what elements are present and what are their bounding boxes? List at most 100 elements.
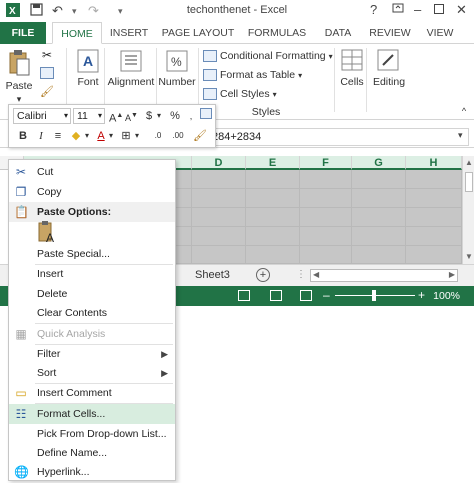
chevron-down-icon[interactable]: ▾ bbox=[133, 128, 141, 144]
paste-option-icon[interactable]: A bbox=[37, 220, 57, 245]
column-header-f[interactable]: F bbox=[300, 156, 352, 170]
number-button[interactable]: Number bbox=[156, 76, 198, 88]
tab-insert[interactable]: INSERT bbox=[104, 22, 154, 44]
menu-item-delete[interactable]: Delete bbox=[9, 284, 175, 304]
alignment-icon[interactable] bbox=[118, 48, 144, 74]
chevron-down-icon[interactable]: ▾ bbox=[107, 128, 115, 144]
tab-view[interactable]: VIEW bbox=[420, 22, 460, 44]
format-cells-icon: ☷ bbox=[15, 407, 27, 421]
format-painter-icon[interactable]: 🖌 bbox=[193, 128, 207, 144]
scroll-right-icon[interactable]: ▶ bbox=[449, 270, 455, 279]
format-painter-icon[interactable]: 🖌 bbox=[40, 84, 54, 98]
tab-home[interactable]: HOME bbox=[52, 22, 102, 44]
menu-item-insert[interactable]: Insert bbox=[9, 264, 175, 284]
bold-button[interactable]: B bbox=[17, 128, 29, 144]
number-icon[interactable]: % bbox=[164, 48, 190, 74]
menu-item-pick-from-dropdown[interactable]: Pick From Drop-down List... bbox=[9, 424, 175, 444]
editing-button[interactable]: Editing bbox=[368, 76, 410, 88]
menu-item-define-name[interactable]: Define Name... bbox=[9, 443, 175, 463]
tab-file[interactable]: FILE bbox=[0, 22, 46, 44]
borders-icon[interactable]: ⊞ bbox=[119, 128, 133, 144]
zoom-out-icon[interactable]: – bbox=[323, 288, 330, 302]
menu-item-paste-special[interactable]: Paste Special... bbox=[9, 244, 175, 264]
horizontal-scrollbar[interactable]: ◀ ▶ bbox=[310, 269, 458, 282]
decrease-font-button[interactable]: A▼ bbox=[125, 108, 138, 126]
add-sheet-icon[interactable]: + bbox=[256, 268, 270, 282]
font-icon[interactable]: A bbox=[76, 48, 100, 74]
column-header-g[interactable]: G bbox=[352, 156, 406, 170]
paste-icon[interactable] bbox=[6, 48, 32, 78]
alignment-button[interactable]: Alignment bbox=[104, 76, 158, 88]
scroll-thumb[interactable] bbox=[465, 172, 473, 192]
paste-button[interactable]: Paste bbox=[4, 80, 34, 92]
comma-style-icon[interactable]: , bbox=[185, 108, 197, 124]
editing-icon[interactable] bbox=[376, 48, 400, 72]
menu-item-quick-analysis: ▦ Quick Analysis bbox=[15, 327, 106, 341]
sheet-tab[interactable]: Sheet3 bbox=[195, 269, 230, 281]
scroll-down-icon[interactable]: ▼ bbox=[465, 252, 473, 261]
align-center-icon[interactable]: ≡ bbox=[51, 128, 65, 144]
mini-toolbar: Calibri ▾ 11 ▾ A▲ A▼ $ ▾ % , B I ≡ ◆ ▾ A… bbox=[8, 104, 216, 148]
zoom-level[interactable]: 100% bbox=[433, 290, 460, 302]
menu-item-filter[interactable]: Filter ▶ bbox=[9, 344, 175, 364]
format-table-icon[interactable] bbox=[199, 108, 213, 124]
scroll-left-icon[interactable]: ◀ bbox=[313, 270, 319, 279]
column-header-h[interactable]: H bbox=[406, 156, 462, 170]
accounting-format-button[interactable]: $ bbox=[143, 108, 155, 124]
copy-icon[interactable] bbox=[40, 66, 54, 80]
ribbon-options-icon[interactable] bbox=[392, 2, 404, 17]
normal-view-icon[interactable] bbox=[238, 290, 250, 301]
cells-icon[interactable] bbox=[340, 48, 364, 72]
increase-decimal-icon[interactable]: .0 bbox=[149, 128, 167, 144]
font-button[interactable]: Font bbox=[70, 76, 106, 88]
zoom-in-icon[interactable]: + bbox=[418, 288, 425, 302]
page-layout-view-icon[interactable] bbox=[270, 290, 282, 301]
maximize-button[interactable] bbox=[434, 2, 444, 17]
tab-review[interactable]: REVIEW bbox=[364, 22, 416, 44]
tab-page-layout[interactable]: PAGE LAYOUT bbox=[158, 22, 238, 44]
menu-item-insert-comment[interactable]: ▭ Insert Comment bbox=[9, 383, 175, 403]
italic-button[interactable]: I bbox=[35, 128, 47, 144]
submenu-arrow-icon: ▶ bbox=[161, 368, 168, 378]
menu-item-cut[interactable]: ✂ Cut bbox=[9, 162, 175, 182]
font-color-icon[interactable]: A bbox=[95, 128, 107, 144]
page-break-view-icon[interactable] bbox=[300, 290, 312, 301]
font-size-box[interactable]: 11 ▾ bbox=[73, 108, 105, 124]
chevron-down-icon: ▾ bbox=[63, 111, 68, 120]
percent-style-button[interactable]: % bbox=[169, 108, 181, 124]
increase-font-button[interactable]: A▲ bbox=[109, 108, 123, 127]
font-name-box[interactable]: Calibri ▾ bbox=[13, 108, 71, 124]
menu-item-format-cells[interactable]: ☷ Format Cells... bbox=[9, 404, 175, 424]
tab-split-handle[interactable]: ⋮ bbox=[296, 269, 306, 280]
fill-color-icon[interactable]: ◆ bbox=[69, 128, 83, 144]
title-bar: X ↶ ▾ ↷ ▾ techonthenet - Excel ? – ✕ bbox=[0, 0, 474, 22]
cells-button[interactable]: Cells bbox=[334, 76, 370, 88]
collapse-ribbon-icon[interactable]: ^ bbox=[458, 106, 470, 116]
minimize-button[interactable]: – bbox=[414, 2, 421, 17]
column-header-e[interactable]: E bbox=[246, 156, 300, 170]
cut-icon[interactable]: ✂ bbox=[40, 48, 54, 62]
chevron-down-icon: ▾ bbox=[272, 89, 277, 99]
menu-item-copy[interactable]: ❐ Copy bbox=[9, 182, 175, 202]
copy-icon: ❐ bbox=[15, 185, 27, 199]
tab-data[interactable]: DATA bbox=[316, 22, 360, 44]
chevron-down-icon[interactable]: ▾ bbox=[83, 128, 91, 144]
help-button[interactable]: ? bbox=[370, 2, 377, 17]
chevron-down-icon[interactable]: ▾ bbox=[155, 108, 163, 124]
decrease-decimal-icon[interactable]: .00 bbox=[169, 128, 187, 144]
cell-styles-button[interactable]: Cell Styles ▾ bbox=[203, 88, 277, 100]
zoom-slider-knob[interactable] bbox=[372, 290, 376, 301]
menu-item-sort[interactable]: Sort ▶ bbox=[9, 363, 175, 383]
menu-item-hyperlink[interactable]: 🌐 Hyperlink... bbox=[9, 462, 175, 482]
column-header-d[interactable]: D bbox=[192, 156, 246, 170]
format-as-table-button[interactable]: Format as Table ▾ bbox=[203, 69, 302, 81]
conditional-formatting-button[interactable]: Conditional Formatting ▾ bbox=[203, 50, 333, 62]
chevron-down-icon: ▾ bbox=[328, 51, 333, 61]
close-button[interactable]: ✕ bbox=[456, 2, 467, 18]
vertical-scrollbar[interactable]: ▲ ▼ bbox=[462, 156, 474, 264]
clipboard-icon: 📋 bbox=[14, 205, 29, 219]
menu-item-clear-contents[interactable]: Clear Contents bbox=[9, 303, 175, 323]
tab-formulas[interactable]: FORMULAS bbox=[244, 22, 310, 44]
scroll-up-icon[interactable]: ▲ bbox=[465, 158, 473, 167]
expand-formula-icon[interactable]: ▾ bbox=[458, 130, 463, 141]
